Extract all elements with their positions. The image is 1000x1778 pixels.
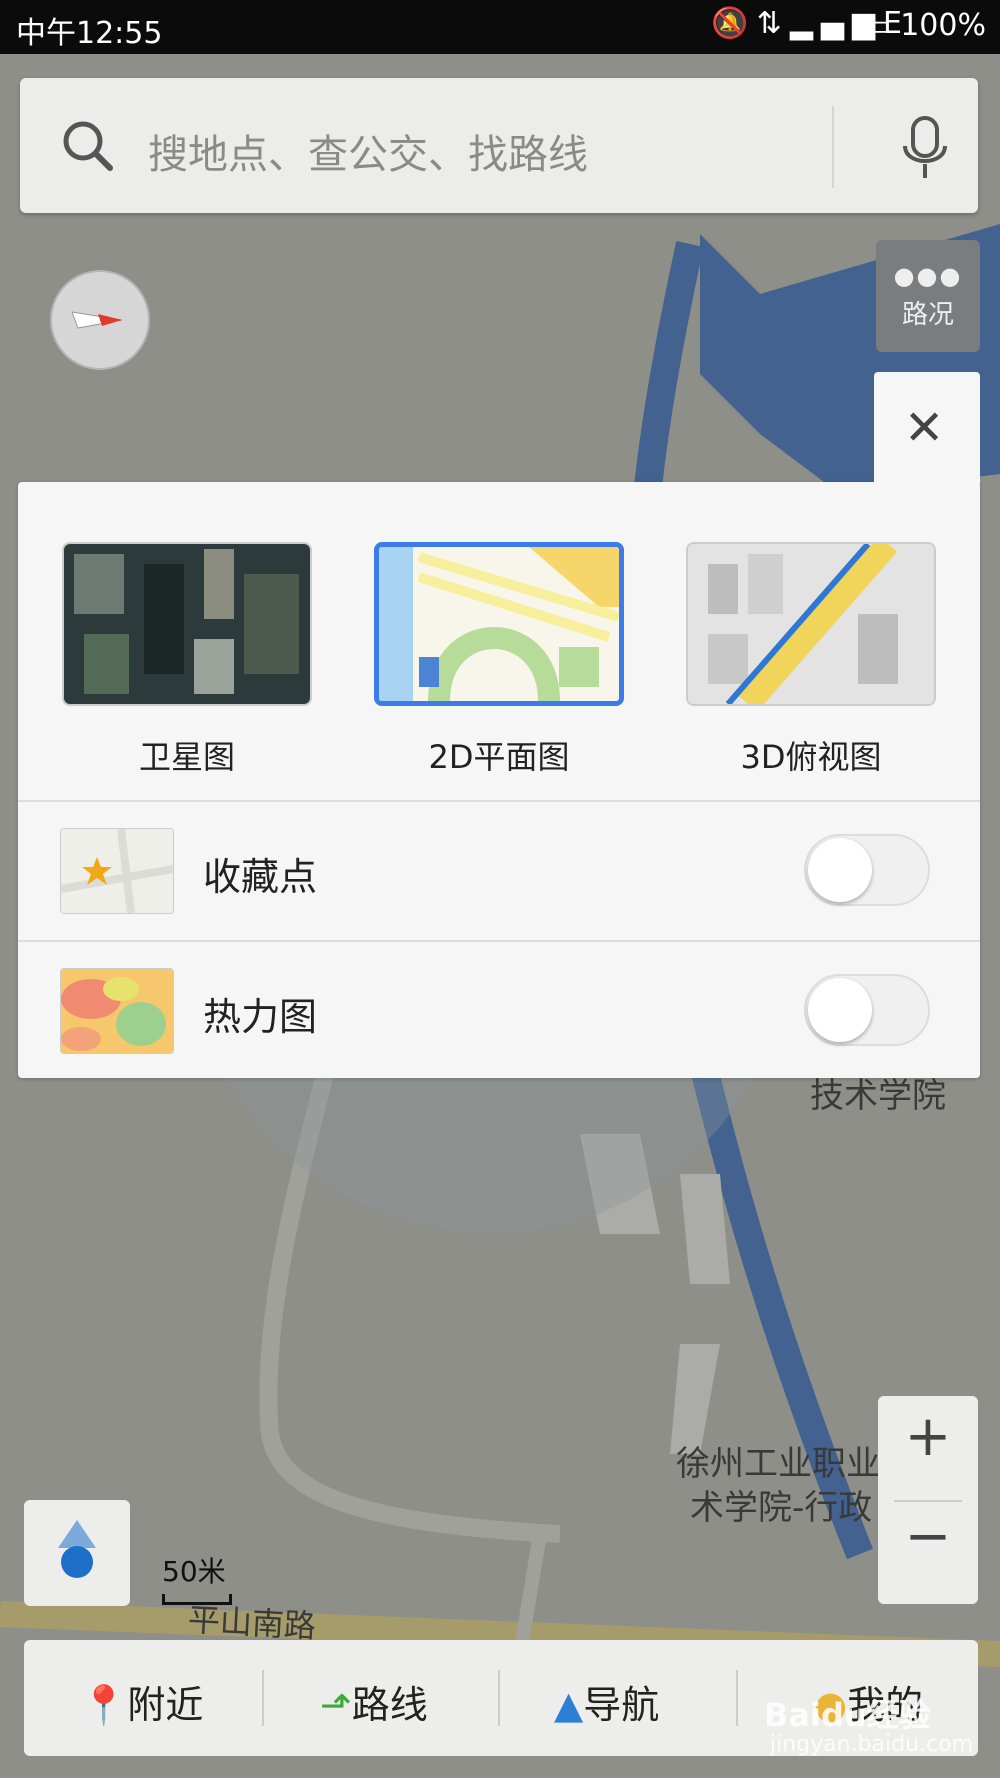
search-icon <box>63 121 113 171</box>
traffic-icon: ●●● <box>893 262 963 290</box>
nav-divider <box>262 1670 264 1726</box>
battery-level: 100% <box>900 8 986 43</box>
scale-bar: 50米 <box>162 1550 232 1605</box>
mode-2d[interactable]: 2D平面图 <box>374 542 624 778</box>
traffic-button[interactable]: ●●● 路况 <box>876 240 980 352</box>
scale-line <box>162 1594 232 1605</box>
status-time: 中午12:55 <box>16 16 163 51</box>
3d-thumbnail <box>686 542 936 706</box>
microphone-icon[interactable] <box>900 116 950 180</box>
nav-divider <box>498 1670 500 1726</box>
layer-panel: 卫星图 2D平面图 3D俯视图 收藏点 热力图 <box>18 482 980 1078</box>
close-icon: ✕ <box>904 400 945 456</box>
status-bar: 中午12:55 🔕⇅▂▄▆E ▭ 100% <box>0 0 1000 54</box>
route-icon: ⬏ <box>320 1683 352 1727</box>
search-bar[interactable]: 搜地点、查公交、找路线 <box>20 78 978 213</box>
navigate-icon: ▲ <box>554 1683 584 1727</box>
screen: 中午12:55 🔕⇅▂▄▆E ▭ 100% 技术学院 徐州工业职业 术学院-行政… <box>0 0 1000 1778</box>
data-icon: ⇅ <box>756 6 790 41</box>
compass-icon[interactable] <box>50 270 150 370</box>
nav-route[interactable]: ⬏路线 <box>320 1674 428 1729</box>
zoom-out-button[interactable]: − <box>878 1504 978 1569</box>
nav-nearby[interactable]: 📍附近 <box>80 1674 203 1729</box>
favorites-row[interactable]: 收藏点 <box>18 802 980 940</box>
zoom-divider <box>894 1500 962 1502</box>
favorites-label: 收藏点 <box>203 855 318 899</box>
toggle-knob <box>808 978 872 1042</box>
mode-3d-label: 3D俯视图 <box>740 738 882 776</box>
mode-satellite[interactable]: 卫星图 <box>62 542 312 778</box>
favorites-toggle[interactable] <box>804 834 930 906</box>
heatmap-thumbnail <box>60 968 174 1054</box>
heatmap-row[interactable]: 热力图 <box>18 942 980 1080</box>
scale-label: 50米 <box>162 1555 226 1588</box>
watermark-brand: Baidu经验 <box>764 1696 931 1734</box>
search-input[interactable]: 搜地点、查公交、找路线 <box>148 122 588 180</box>
locate-button[interactable] <box>24 1500 130 1606</box>
2d-thumbnail <box>374 542 624 706</box>
heatmap-label: 热力图 <box>203 995 318 1039</box>
nav-navigation-label: 导航 <box>583 1683 660 1727</box>
heatmap-toggle[interactable] <box>804 974 930 1046</box>
watermark-url: jingyan.baidu.com <box>770 1732 974 1757</box>
location-icon <box>58 1520 96 1578</box>
battery-icon: ▭ <box>862 8 891 43</box>
mode-3d[interactable]: 3D俯视图 <box>686 542 936 778</box>
mode-satellite-label: 卫星图 <box>138 738 235 776</box>
nav-route-label: 路线 <box>351 1683 428 1727</box>
nav-navigation[interactable]: ▲导航 <box>554 1674 659 1729</box>
pin-icon: 📍 <box>80 1683 128 1727</box>
nav-nearby-label: 附近 <box>127 1683 204 1727</box>
favorites-thumbnail <box>60 828 174 914</box>
mute-icon: 🔕 <box>711 6 757 41</box>
battery: ▭ 100% <box>862 8 986 43</box>
search-divider <box>832 106 834 188</box>
satellite-thumbnail <box>62 542 312 706</box>
close-button[interactable]: ✕ <box>874 372 980 484</box>
zoom-controls: + − <box>878 1396 978 1604</box>
traffic-label: 路况 <box>901 300 954 330</box>
toggle-knob <box>808 838 872 902</box>
zoom-in-button[interactable]: + <box>878 1404 978 1469</box>
nav-divider <box>736 1670 738 1726</box>
mode-2d-label: 2D平面图 <box>428 738 570 776</box>
